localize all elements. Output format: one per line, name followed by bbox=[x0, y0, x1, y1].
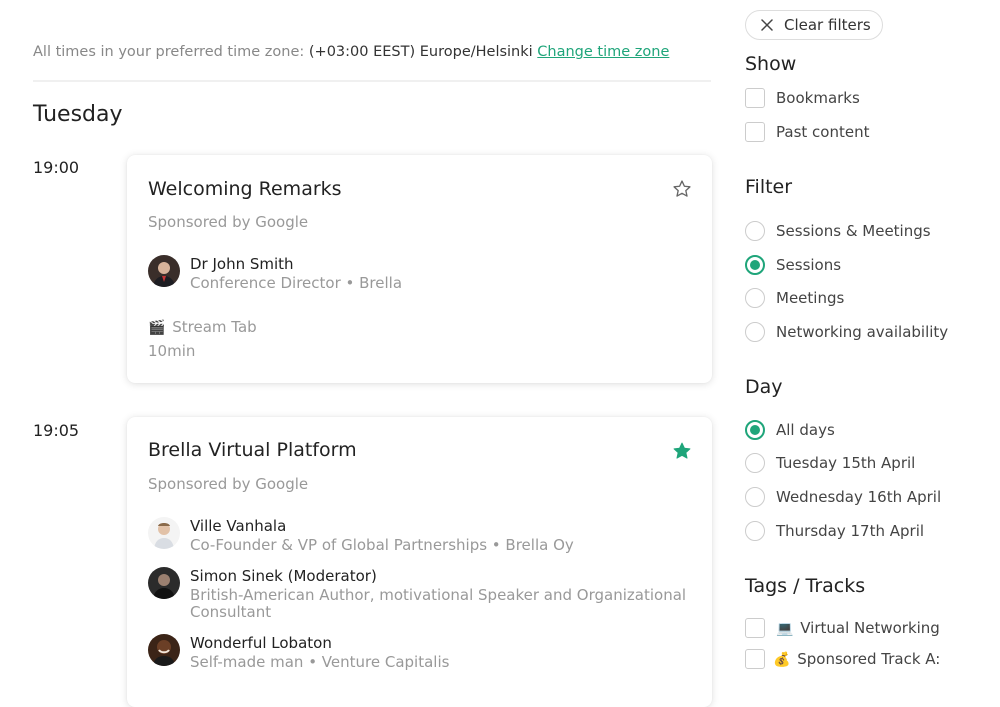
day-heading: Tuesday bbox=[33, 102, 123, 127]
session-card[interactable]: Welcoming Remarks Sponsored by Google Dr… bbox=[127, 155, 712, 383]
option-label: 💰 Sponsored Track A: bbox=[773, 650, 940, 668]
radio-button[interactable] bbox=[745, 453, 765, 473]
day-all-option[interactable]: All days bbox=[745, 419, 835, 441]
star-filled-icon[interactable] bbox=[672, 441, 692, 461]
session-title[interactable]: Welcoming Remarks bbox=[148, 178, 342, 200]
option-label: 💻 Virtual Networking bbox=[776, 619, 940, 637]
session-title[interactable]: Brella Virtual Platform bbox=[148, 439, 357, 461]
day-wednesday-option[interactable]: Wednesday 16th April bbox=[745, 486, 941, 508]
speaker-role: Co-Founder & VP of Global Partnerships •… bbox=[190, 536, 574, 554]
stream-label: Stream Tab bbox=[172, 318, 257, 336]
speaker-role: Conference Director • Brella bbox=[190, 274, 403, 292]
avatar bbox=[148, 634, 180, 666]
clear-filters-button[interactable]: Clear filters bbox=[745, 10, 883, 40]
radio-button[interactable] bbox=[745, 221, 765, 241]
option-label: Past content bbox=[776, 123, 870, 141]
tag-label: Virtual Networking bbox=[800, 619, 940, 637]
close-icon bbox=[761, 19, 773, 31]
money-bag-icon: 💰 bbox=[773, 652, 791, 668]
filter-networking-option[interactable]: Networking availability bbox=[745, 321, 948, 343]
speaker-name: Wonderful Lobaton bbox=[190, 634, 332, 652]
option-label: Tuesday 15th April bbox=[776, 454, 916, 472]
session-card[interactable]: Brella Virtual Platform Sponsored by Goo… bbox=[127, 417, 712, 707]
avatar bbox=[148, 567, 180, 599]
session-sponsor: Sponsored by Google bbox=[148, 213, 309, 231]
stream-location: 🎬 Stream Tab bbox=[148, 318, 257, 336]
radio-button[interactable] bbox=[745, 487, 765, 507]
option-label: All days bbox=[776, 421, 835, 439]
clapper-icon: 🎬 bbox=[148, 320, 166, 336]
option-label: Wednesday 16th April bbox=[776, 488, 942, 506]
speaker-name: Ville Vanhala bbox=[190, 517, 287, 535]
checkbox[interactable] bbox=[745, 122, 765, 142]
speaker-name: Simon Sinek (Moderator) bbox=[190, 567, 377, 585]
day-tuesday-option[interactable]: Tuesday 15th April bbox=[745, 452, 915, 474]
laptop-icon: 💻 bbox=[776, 621, 794, 637]
session-time: 19:00 bbox=[33, 158, 80, 177]
speaker-role: British-American Author, motivational Sp… bbox=[190, 586, 687, 621]
session-sponsor: Sponsored by Google bbox=[148, 475, 309, 493]
radio-button-selected[interactable] bbox=[745, 255, 765, 275]
filter-heading: Filter bbox=[745, 176, 793, 198]
option-label: Thursday 17th April bbox=[776, 522, 925, 540]
radio-button[interactable] bbox=[745, 322, 765, 342]
option-label: Meetings bbox=[776, 289, 845, 307]
radio-button[interactable] bbox=[745, 288, 765, 308]
timezone-prefix: All times in your preferred time zone: bbox=[33, 44, 305, 60]
day-thursday-option[interactable]: Thursday 17th April bbox=[745, 520, 924, 542]
speaker-role: Self-made man • Venture Capitalis bbox=[190, 653, 450, 671]
tags-heading: Tags / Tracks bbox=[745, 575, 866, 597]
tag-virtual-networking-option[interactable]: 💻 Virtual Networking bbox=[745, 617, 940, 639]
session-time: 19:05 bbox=[33, 421, 80, 440]
speaker-name: Dr John Smith bbox=[190, 255, 294, 273]
tag-label: Sponsored Track A: bbox=[797, 650, 941, 668]
filter-sessions-meetings-option[interactable]: Sessions & Meetings bbox=[745, 220, 931, 242]
option-label: Networking availability bbox=[776, 323, 949, 341]
clear-filters-label: Clear filters bbox=[784, 16, 871, 34]
filter-meetings-option[interactable]: Meetings bbox=[745, 287, 844, 309]
checkbox[interactable] bbox=[745, 649, 765, 669]
tag-sponsored-track-option[interactable]: 💰 Sponsored Track A: bbox=[745, 648, 940, 670]
filter-sessions-option[interactable]: Sessions bbox=[745, 254, 841, 276]
option-label: Sessions bbox=[776, 256, 842, 274]
show-heading: Show bbox=[745, 53, 797, 75]
show-past-content-option[interactable]: Past content bbox=[745, 121, 869, 143]
timezone-notice: All times in your preferred time zone: (… bbox=[33, 44, 669, 60]
session-duration: 10min bbox=[148, 342, 196, 360]
checkbox[interactable] bbox=[745, 88, 765, 108]
day-filter-heading: Day bbox=[745, 376, 783, 398]
radio-button-selected[interactable] bbox=[745, 420, 765, 440]
avatar bbox=[148, 517, 180, 549]
timezone-value: (+03:00 EEST) Europe/Helsinki bbox=[308, 44, 533, 60]
option-label: Sessions & Meetings bbox=[776, 222, 931, 240]
radio-button[interactable] bbox=[745, 521, 765, 541]
avatar bbox=[148, 255, 180, 287]
star-outline-icon[interactable] bbox=[672, 179, 692, 199]
divider bbox=[33, 80, 711, 82]
checkbox[interactable] bbox=[745, 618, 765, 638]
option-label: Bookmarks bbox=[776, 89, 860, 107]
change-timezone-link[interactable]: Change time zone bbox=[537, 44, 669, 60]
show-bookmarks-option[interactable]: Bookmarks bbox=[745, 87, 860, 109]
